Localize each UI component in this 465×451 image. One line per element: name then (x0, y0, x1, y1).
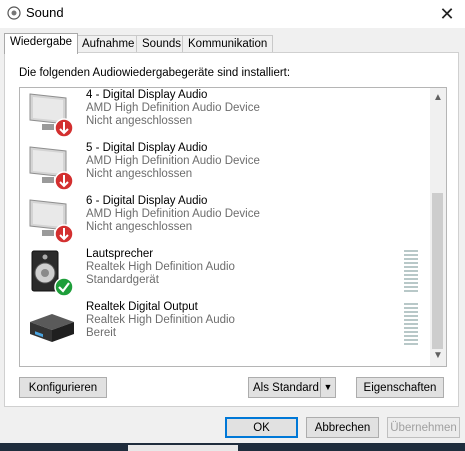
device-description: AMD High Definition Audio Device (86, 208, 260, 220)
intro-text: Die folgenden Audiowiedergabegeräte sind… (19, 67, 291, 79)
device-name: Realtek Digital Output (86, 301, 198, 313)
taskbar-item[interactable] (128, 445, 238, 451)
device-status: Nicht angeschlossen (86, 168, 193, 180)
device-name: 5 - Digital Display Audio (86, 142, 208, 154)
device-name: 4 - Digital Display Audio (86, 89, 208, 101)
properties-button[interactable]: Eigenschaften (356, 377, 444, 398)
set-default-button[interactable]: Als Standard ▼ (248, 377, 336, 398)
scroll-up-icon[interactable]: ▲ (430, 90, 446, 106)
list-item[interactable]: 4 - Digital Display Audio AMD High Defin… (20, 88, 429, 141)
close-button[interactable]: ✕ (435, 3, 459, 25)
vertical-scrollbar[interactable]: ▲ ▼ (430, 88, 446, 366)
device-status: Nicht angeschlossen (86, 115, 193, 127)
device-description: Realtek High Definition Audio (86, 261, 235, 273)
list-item[interactable]: Lautsprecher Realtek High Definition Aud… (20, 247, 429, 300)
tab-sounds[interactable]: Sounds (136, 35, 188, 53)
tab-aufnahme[interactable]: Aufnahme (76, 35, 141, 53)
device-name: 6 - Digital Display Audio (86, 195, 208, 207)
tab-wiedergabe[interactable]: Wiedergabe (4, 33, 79, 54)
volume-meter (404, 250, 418, 296)
tab-kommunikation[interactable]: Kommunikation (182, 35, 274, 53)
window-title: Sound (26, 5, 64, 20)
digital-output-icon (30, 314, 74, 342)
set-default-label: Als Standard (253, 382, 319, 394)
volume-meter (404, 303, 418, 349)
speaker-app-icon (7, 6, 21, 20)
device-description: AMD High Definition Audio Device (86, 155, 260, 167)
device-name: Lautsprecher (86, 248, 154, 260)
monitor-disconnected-icon (29, 93, 74, 138)
playback-panel: Die folgenden Audiowiedergabegeräte sind… (4, 52, 459, 407)
list-item[interactable]: Realtek Digital Output Realtek High Defi… (20, 300, 429, 353)
speaker-default-icon (31, 250, 74, 297)
list-item[interactable]: 5 - Digital Display Audio AMD High Defin… (20, 141, 429, 194)
device-status: Nicht angeschlossen (86, 221, 193, 233)
device-list[interactable]: 4 - Digital Display Audio AMD High Defin… (19, 87, 447, 367)
scroll-thumb[interactable] (432, 193, 443, 349)
list-item[interactable]: 6 - Digital Display Audio AMD High Defin… (20, 194, 429, 247)
monitor-disconnected-icon (29, 199, 74, 244)
configure-button[interactable]: Konfigurieren (19, 377, 107, 398)
cancel-button[interactable]: Abbrechen (306, 417, 379, 438)
device-status: Standardgerät (86, 274, 159, 286)
device-status: Bereit (86, 327, 117, 339)
apply-button[interactable]: Übernehmen (387, 417, 460, 438)
ok-button[interactable]: OK (225, 417, 298, 438)
monitor-disconnected-icon (29, 146, 74, 191)
device-description: AMD High Definition Audio Device (86, 102, 260, 114)
device-description: Realtek High Definition Audio (86, 314, 235, 326)
title-bar: Sound ✕ (0, 0, 465, 28)
scroll-down-icon[interactable]: ▼ (430, 348, 446, 364)
chevron-down-icon[interactable]: ▼ (320, 378, 335, 397)
